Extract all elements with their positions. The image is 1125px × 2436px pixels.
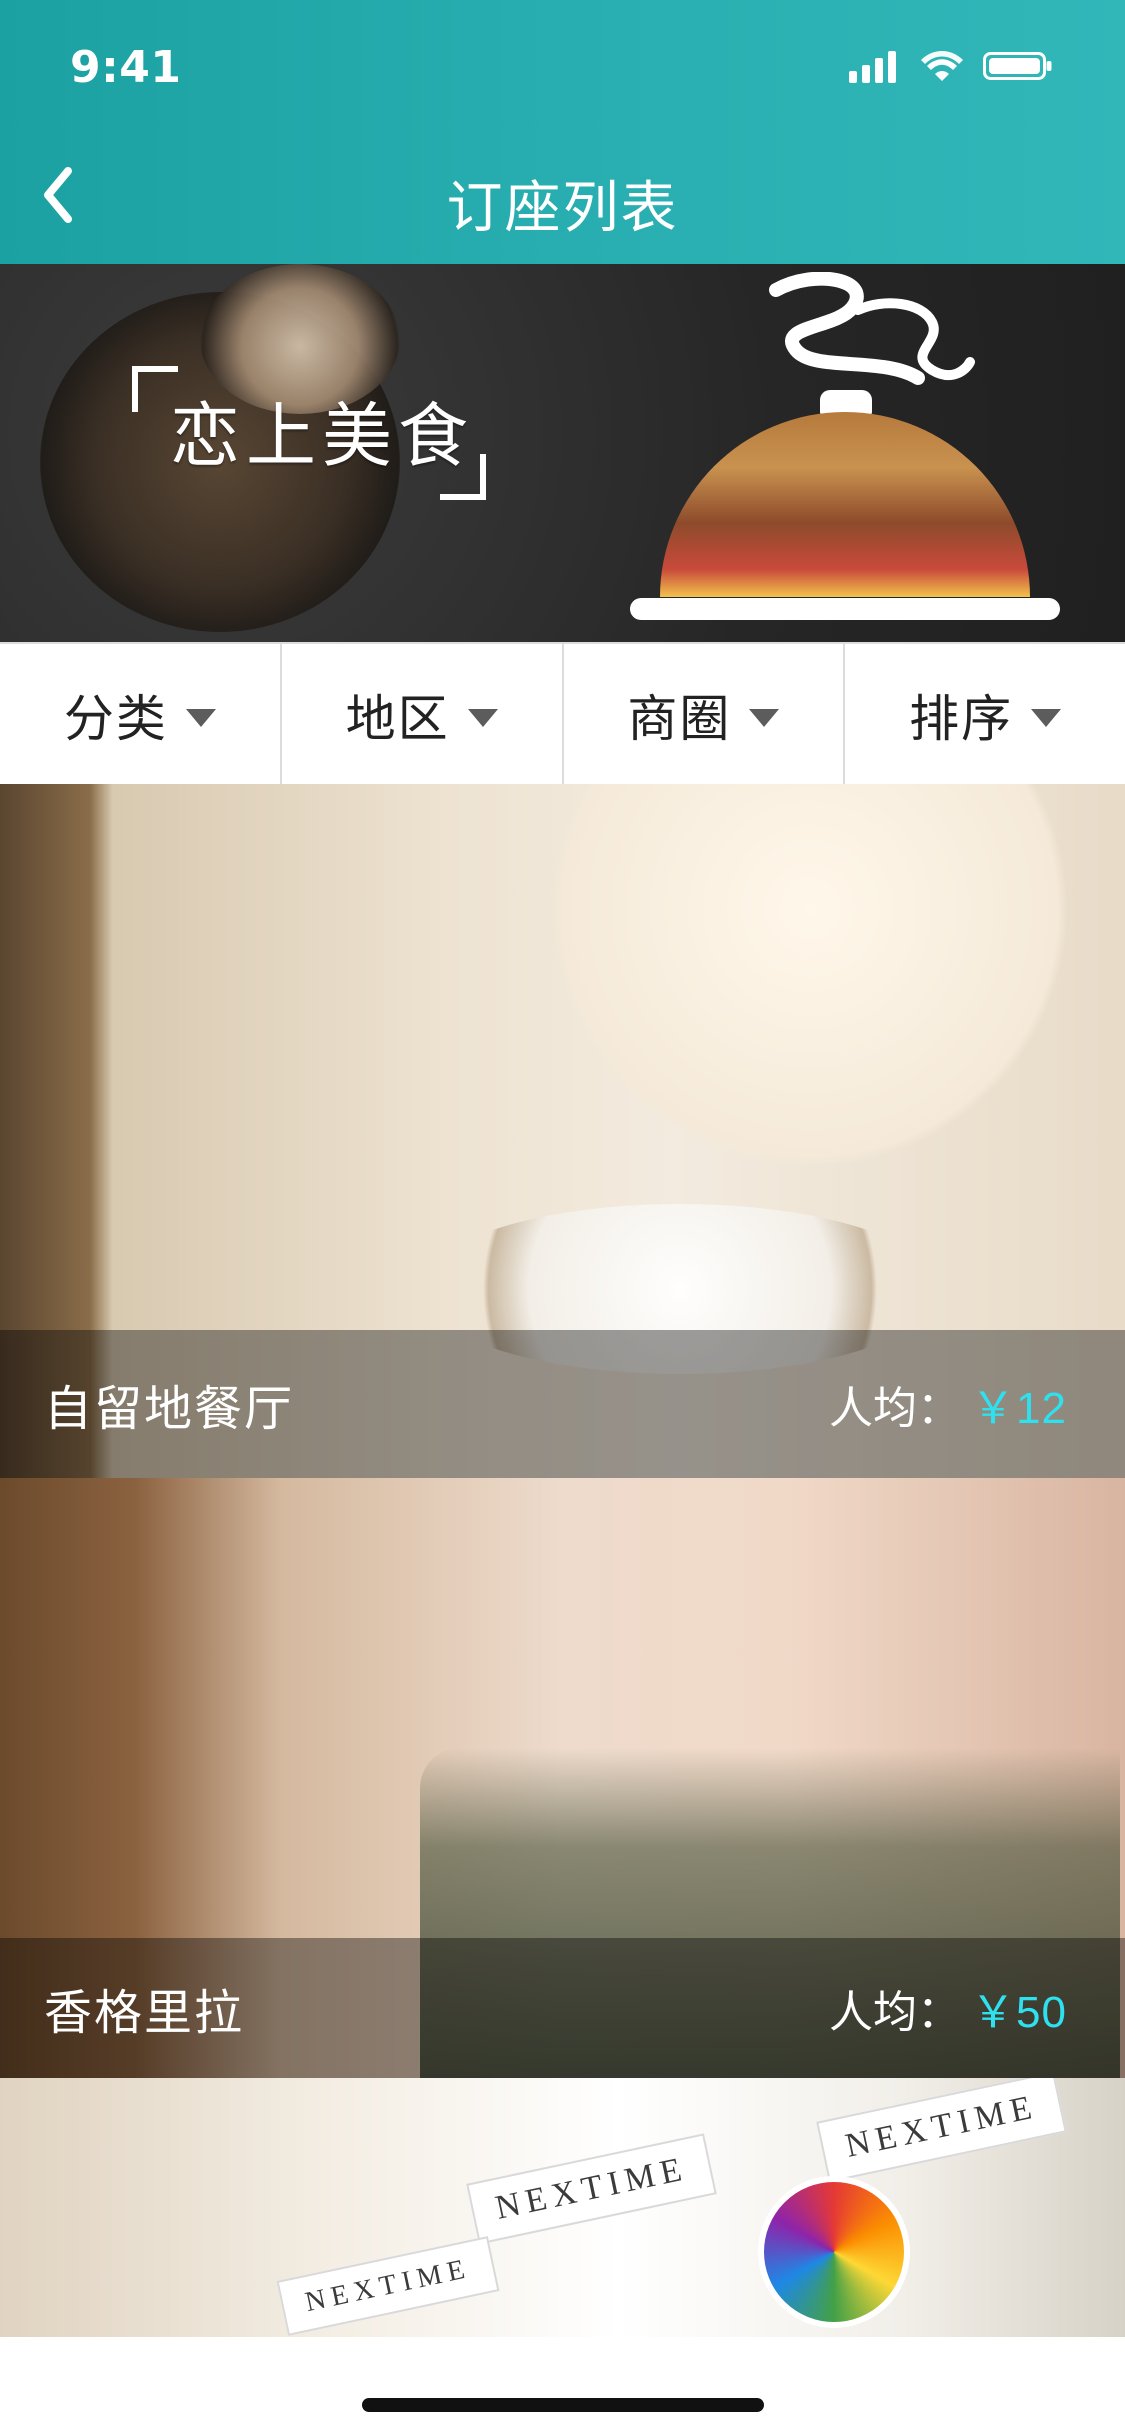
filter-category-label: 分类	[63, 691, 168, 747]
wall-clock-icon	[758, 2176, 910, 2328]
price-info: 人均： ￥50	[829, 1976, 1067, 2040]
page-title: 订座列表	[446, 176, 679, 239]
filter-region[interactable]: 地区	[282, 644, 564, 786]
caret-down-icon	[1031, 709, 1062, 727]
price-label: 人均：	[829, 1988, 962, 2037]
price-value: ￥12	[971, 1384, 1067, 1433]
filter-business-district[interactable]: 商圈	[564, 644, 846, 786]
restaurant-name: 香格里拉	[44, 1987, 245, 2040]
restaurant-list: 自留地餐厅 人均： ￥12 香格里拉 人均： ￥50 NEXTIME NEXTI…	[0, 784, 1125, 2337]
caret-down-icon	[185, 709, 216, 727]
nav-bar: 订座列表	[0, 135, 1125, 264]
status-icons	[849, 46, 1053, 86]
banner-title: 恋上美食	[170, 399, 474, 476]
status-time: 9:41	[70, 42, 182, 93]
price-label: 人均：	[829, 1384, 962, 1433]
signal-icon	[849, 49, 901, 83]
restaurant-info-overlay: 香格里拉 人均： ￥50	[0, 1938, 1125, 2078]
filter-category[interactable]: 分类	[0, 644, 282, 786]
bottom-safe-area	[0, 2337, 1125, 2436]
banner-bracket-right	[440, 454, 486, 500]
food-dome-illustration	[630, 271, 1060, 642]
filter-sort-label: 排序	[909, 691, 1014, 747]
restaurant-name: 自留地餐厅	[44, 1383, 295, 1436]
wifi-icon	[919, 49, 965, 83]
price-value: ￥50	[971, 1988, 1067, 2037]
dome-food	[660, 412, 1030, 597]
top-header: 9:41 订座列表	[0, 0, 1125, 264]
steam-icon	[756, 271, 976, 402]
filter-bar: 分类 地区 商圈 排序	[0, 642, 1125, 788]
caret-down-icon	[467, 709, 498, 727]
price-info: 人均： ￥12	[829, 1372, 1067, 1436]
filter-business-district-label: 商圈	[627, 691, 732, 747]
restaurant-card[interactable]: 香格里拉 人均： ￥50	[0, 1478, 1125, 2078]
status-bar: 9:41	[0, 0, 1125, 135]
dome-plate	[630, 598, 1060, 620]
restaurant-info-overlay: 自留地餐厅 人均： ￥12	[0, 1330, 1125, 1478]
restaurant-card[interactable]: 自留地餐厅 人均： ￥12	[0, 784, 1125, 1478]
caret-down-icon	[749, 709, 780, 727]
restaurant-card-partial[interactable]: NEXTIME NEXTIME NEXTIME	[0, 2078, 1125, 2337]
filter-sort[interactable]: 排序	[845, 644, 1125, 786]
filter-region-label: 地区	[345, 691, 450, 747]
banner: 恋上美食	[0, 264, 1125, 642]
battery-icon	[983, 49, 1053, 83]
home-indicator[interactable]	[362, 2398, 764, 2412]
